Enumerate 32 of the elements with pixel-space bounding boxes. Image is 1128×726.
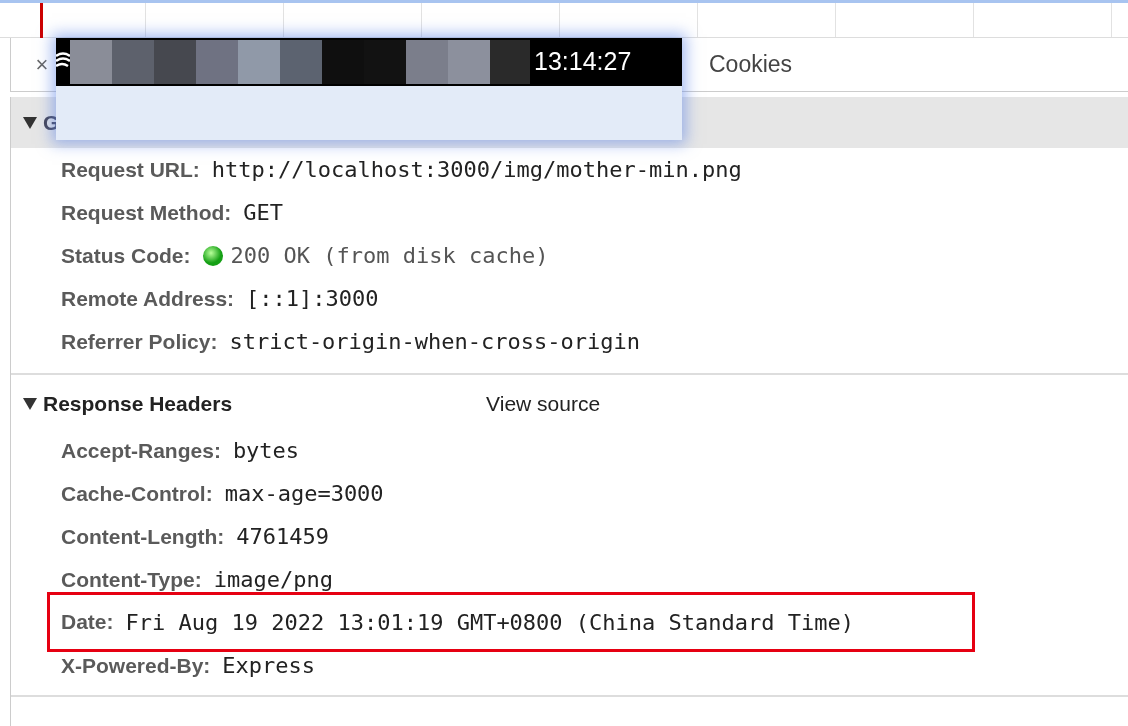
tab[interactable]: Cookies (709, 47, 793, 82)
expanded-triangle-icon[interactable] (23, 116, 37, 129)
header-name: Request Method: (61, 199, 232, 226)
header-value: GET (243, 199, 284, 227)
header-value: strict-origin-when-cross-origin (229, 328, 640, 356)
header-value: 4761459 (236, 523, 329, 551)
header-value: [::1]:3000 (246, 285, 379, 313)
view-source-link[interactable]: View source (486, 387, 601, 420)
header-name: Remote Address: (61, 285, 235, 312)
header-name: Status Code: (61, 242, 191, 269)
header-name: Content-Length: (61, 523, 225, 550)
clock-time: 13:14:27 (534, 46, 632, 78)
status-dot (202, 245, 223, 266)
section-title[interactable]: Response Headers (43, 387, 233, 420)
expanded-triangle-icon[interactable] (23, 397, 37, 410)
header-name: Date: (61, 609, 114, 636)
header-value: bytes (232, 437, 300, 465)
section-header[interactable]: Response Headers View source (11, 378, 1128, 429)
header-value: http://localhost:3000/img/mother-min.png (211, 156, 742, 184)
header-value: Fri Aug 19 2022 13:01:19 GMT+0800 (China Standard Time) (125, 608, 854, 637)
header-name: Referrer Policy: (61, 328, 218, 355)
header-name: Accept-Ranges: (61, 437, 221, 464)
header-value: Express (222, 652, 316, 680)
close-button[interactable]: × (27, 48, 57, 81)
timeline-marker (40, 3, 43, 38)
header-name: Cache-Control: (61, 480, 213, 507)
header-value: max-age=3000 (224, 480, 384, 508)
header-name: X-Powered-By: (61, 652, 211, 679)
header-value: 200 OK (from disk cache) (230, 242, 549, 270)
header-value: image/png (213, 566, 333, 594)
header-name: Request URL: (61, 156, 200, 183)
header-name: Content-Type: (61, 566, 202, 593)
